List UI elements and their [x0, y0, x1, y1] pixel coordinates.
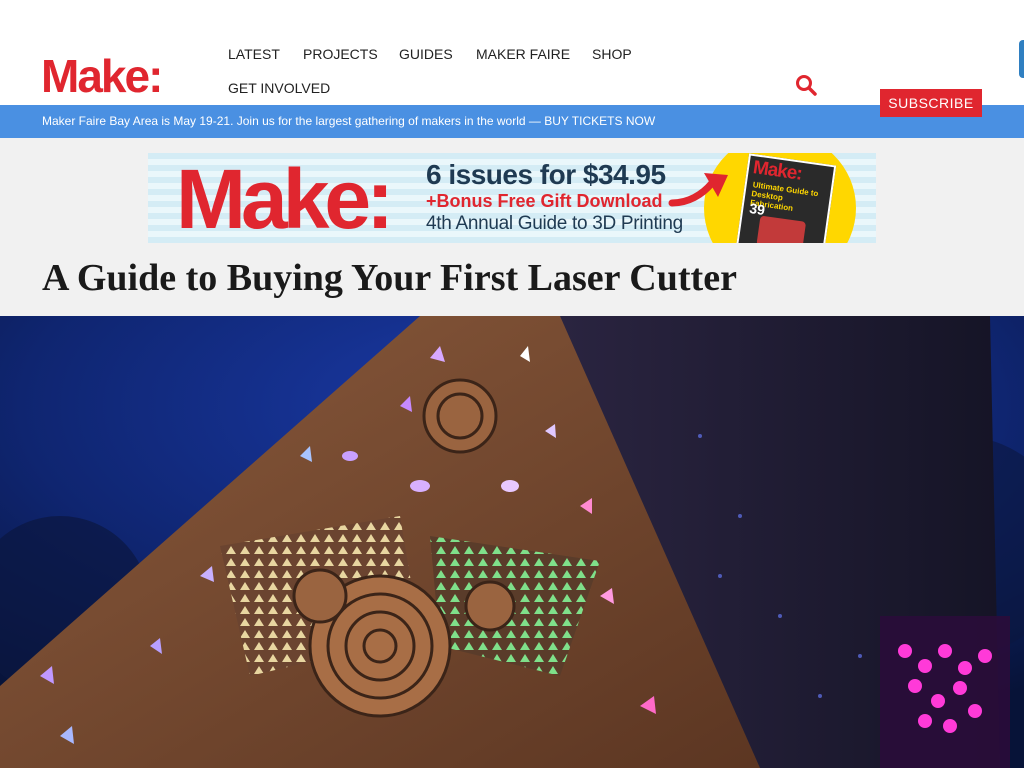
nav-item-maker-faire[interactable]: MAKER FAIRE: [476, 44, 570, 64]
ad-logo: Make:: [176, 153, 394, 243]
nav-item-get-involved[interactable]: GET INVOLVED: [228, 78, 330, 98]
buy-tickets-link[interactable]: BUY TICKETS NOW: [544, 114, 655, 128]
make-logo[interactable]: Make:: [41, 52, 163, 100]
subscription-ad-banner[interactable]: Make: 6 issues for $34.95 +Bonus Free Gi…: [148, 153, 876, 243]
magazine-cover-image: [756, 215, 807, 243]
announcement-bar: Maker Faire Bay Area is May 19-21. Join …: [0, 105, 1024, 138]
search-icon[interactable]: [794, 73, 818, 97]
arrow-icon: [668, 173, 728, 207]
nav-item-shop[interactable]: SHOP: [592, 44, 632, 64]
ad-headline: 6 issues for $34.95: [426, 159, 666, 190]
ad-guide-line: 4th Annual Guide to 3D Printing: [426, 213, 683, 234]
magazine-cover: Make: Ultimate Guide to Desktop Fabricat…: [735, 153, 837, 243]
laser-cut-pyramid-image: [0, 316, 1024, 768]
side-tab[interactable]: [1019, 40, 1024, 78]
nav-item-projects[interactable]: PROJECTS: [303, 44, 378, 64]
nav-item-guides[interactable]: GUIDES: [399, 44, 453, 64]
subscribe-button[interactable]: SUBSCRIBE: [880, 89, 982, 117]
hero-image: [0, 316, 1024, 768]
article-title: A Guide to Buying Your First Laser Cutte…: [42, 257, 737, 299]
ad-bonus-line: +Bonus Free Gift Download: [426, 191, 663, 211]
site-header: Make: LATEST PROJECTS GUIDES MAKER FAIRE…: [0, 0, 1024, 117]
nav-item-latest[interactable]: LATEST: [228, 44, 280, 64]
announcement-text: Maker Faire Bay Area is May 19-21. Join …: [42, 114, 545, 128]
